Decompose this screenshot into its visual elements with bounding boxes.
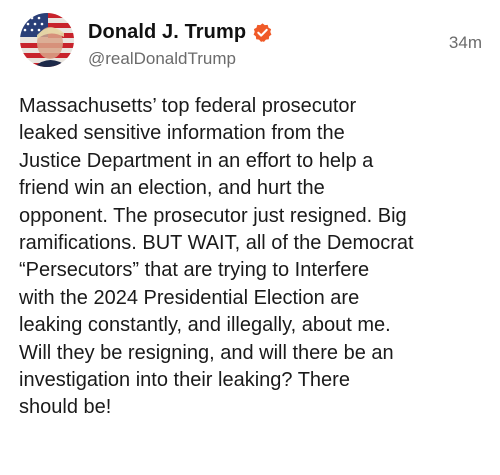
- avatar[interactable]: [20, 13, 74, 67]
- author-name-row: Donald J. Trump: [88, 18, 273, 46]
- post-timestamp[interactable]: 34m: [449, 33, 482, 53]
- post-body-line: Justice Department in an effort to help …: [19, 149, 374, 172]
- post-body-line: ramifications. BUT WAIT, all of the Demo…: [19, 232, 414, 255]
- post-body-line: investigation into their leaking? There: [19, 369, 350, 392]
- post-body-line: opponent. The prosecutor just resigned. …: [19, 204, 407, 227]
- post-body-line: should be!: [19, 396, 112, 419]
- avatar-image: [20, 13, 74, 67]
- post-body-line: with the 2024 Presidential Election are: [19, 286, 360, 309]
- verified-badge-icon: [252, 22, 273, 43]
- post-body: Massachusetts’ top federal prosecutor le…: [19, 93, 489, 422]
- author-handle[interactable]: @realDonaldTrump: [88, 49, 236, 69]
- post-body-line: “Persecutors” that are trying to Interfe…: [19, 259, 370, 282]
- post-body-line: friend win an election, and hurt the: [19, 177, 325, 200]
- post-body-line: Will they be resigning, and will there b…: [19, 341, 394, 364]
- author-display-name[interactable]: Donald J. Trump: [88, 21, 246, 44]
- post-body-line: leaked sensitive information from the: [19, 122, 345, 145]
- post-body-line: Massachusetts’ top federal prosecutor: [19, 95, 357, 117]
- post-card: Donald J. Trump @realDonaldTrump 34m Mas…: [0, 0, 500, 475]
- post-body-line: leaking constantly, and illegally, about…: [19, 314, 391, 337]
